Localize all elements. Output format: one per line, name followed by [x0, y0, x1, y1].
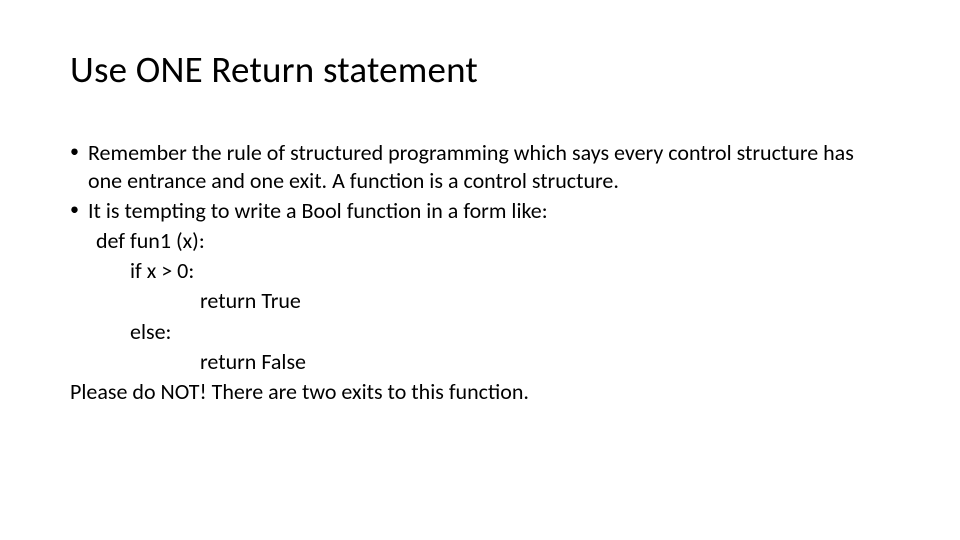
- bullet-item: • It is tempting to write a Bool functio…: [70, 197, 890, 225]
- code-line: if x > 0:: [70, 257, 890, 285]
- code-line: return False: [70, 348, 890, 376]
- bullet-dot-icon: •: [70, 197, 88, 225]
- bullet-text: It is tempting to write a Bool function …: [88, 197, 890, 225]
- slide-body: • Remember the rule of structured progra…: [70, 139, 890, 406]
- bullet-item: • Remember the rule of structured progra…: [70, 139, 890, 195]
- code-line: def fun1 (x):: [70, 227, 890, 255]
- slide-title: Use ONE Return statement: [70, 50, 890, 91]
- bullet-text: Remember the rule of structured programm…: [88, 139, 890, 195]
- bullet-dot-icon: •: [70, 139, 88, 195]
- code-line: else:: [70, 318, 890, 346]
- code-line: return True: [70, 287, 890, 315]
- final-text: Please do NOT! There are two exits to th…: [70, 378, 890, 406]
